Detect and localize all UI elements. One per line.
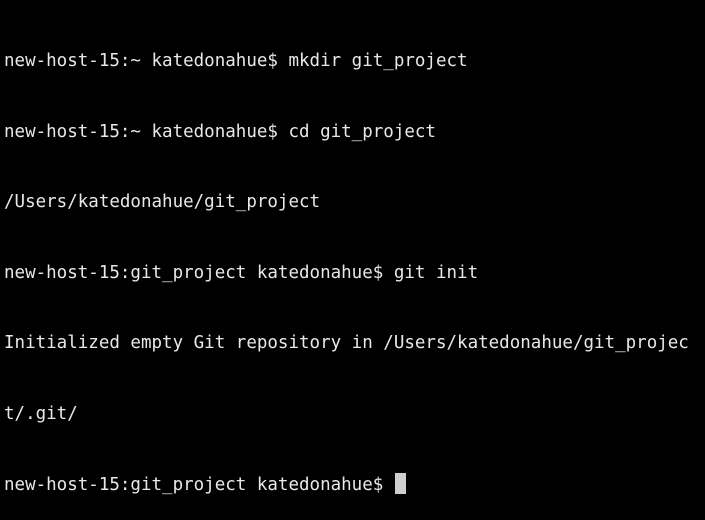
terminal-prompt: new-host-15:git_project katedonahue$ [4,475,394,495]
text-cursor [394,473,406,494]
terminal-line-init-output: Initialized empty Git repository in /Use… [4,333,689,353]
terminal-current-prompt-line[interactable]: new-host-15:git_project katedonahue$ [4,473,705,497]
terminal-line-git-init: new-host-15:git_project katedonahue$ git… [4,262,479,283]
terminal-line-mkdir: new-host-15:~ katedonahue$ mkdir git_pro… [4,51,468,71]
terminal-line-cd: new-host-15:~ katedonahue$ cd git_projec… [4,121,436,142]
terminal-line-init-output-wrap: t/.git/ [4,403,78,424]
terminal-line-path-output: /Users/katedonahue/git_project [4,192,321,212]
terminal-window[interactable]: new-host-15:~ katedonahue$ mkdir git_pro… [0,0,705,500]
